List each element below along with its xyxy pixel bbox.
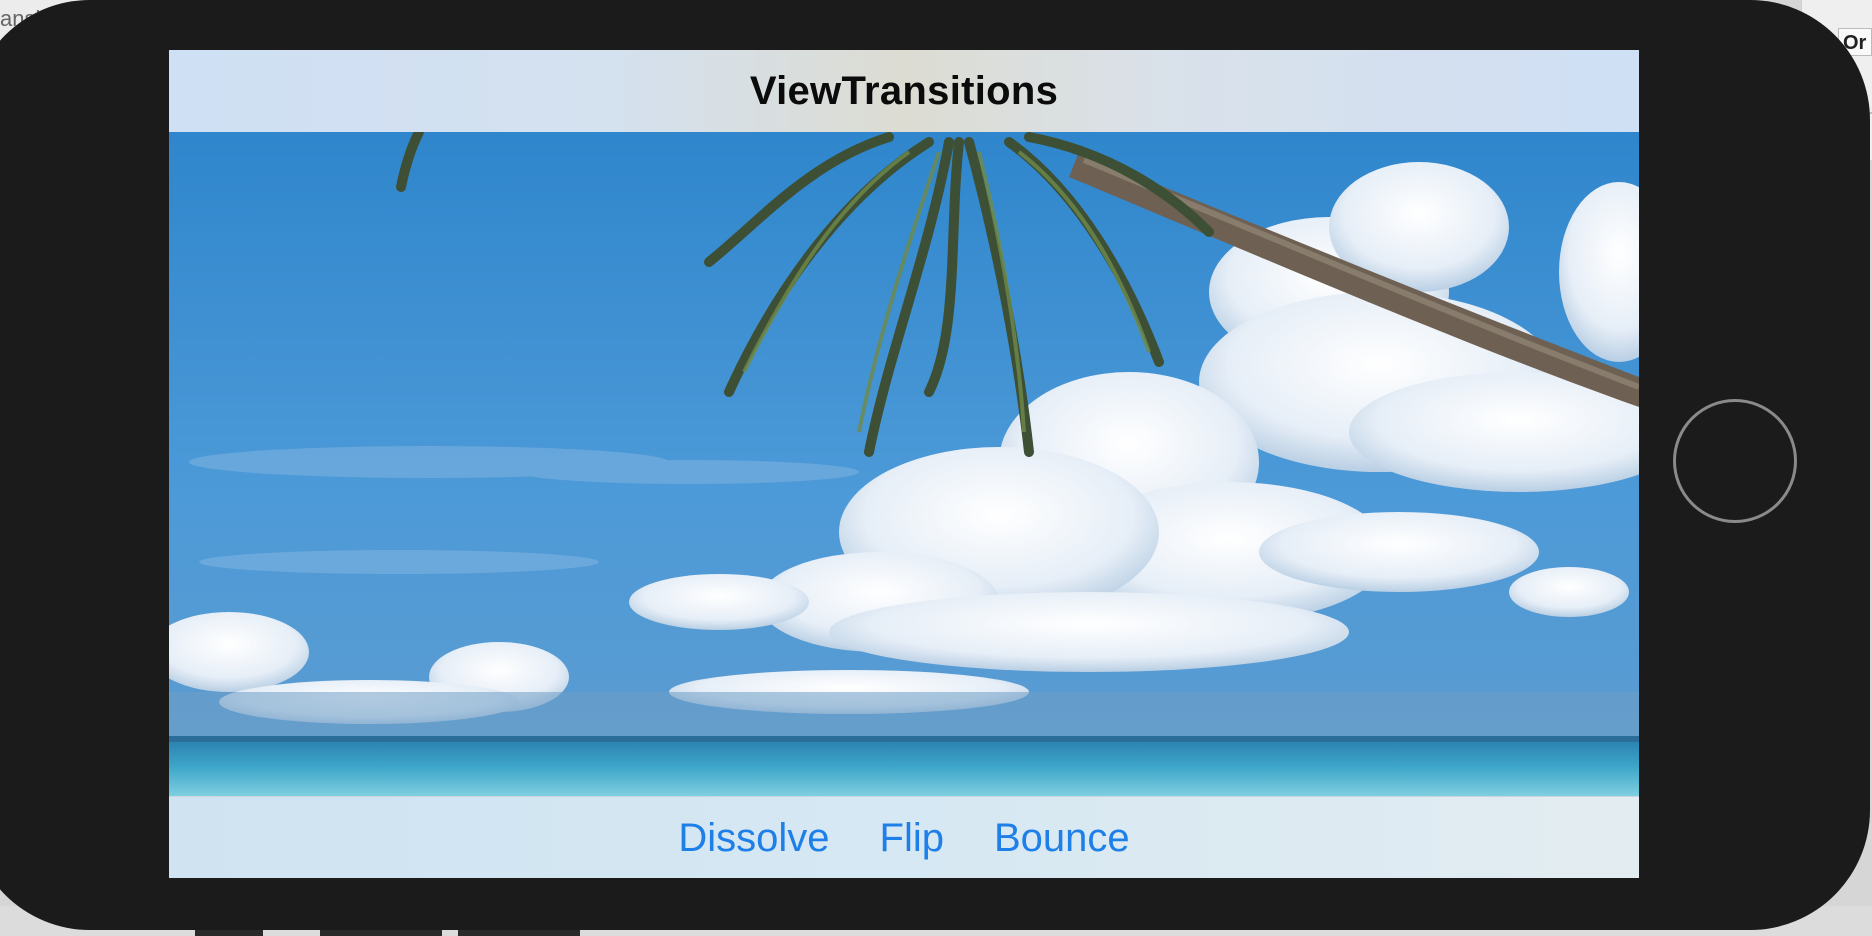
- flip-button[interactable]: Flip: [880, 816, 944, 861]
- nav-title: ViewTransitions: [749, 68, 1059, 113]
- simulator-device-frame: ViewTransitions Dissolve Flip Bounce: [0, 0, 1870, 930]
- home-button[interactable]: [1673, 399, 1797, 523]
- bottom-toolbar: Dissolve Flip Bounce: [169, 796, 1639, 878]
- beach-photo: [169, 132, 1639, 796]
- app-screen: ViewTransitions Dissolve Flip Bounce: [169, 50, 1639, 878]
- dissolve-button[interactable]: Dissolve: [678, 816, 829, 861]
- bounce-button[interactable]: Bounce: [994, 816, 1130, 861]
- beach-image-view: [169, 132, 1639, 796]
- navigation-bar: ViewTransitions: [169, 50, 1639, 133]
